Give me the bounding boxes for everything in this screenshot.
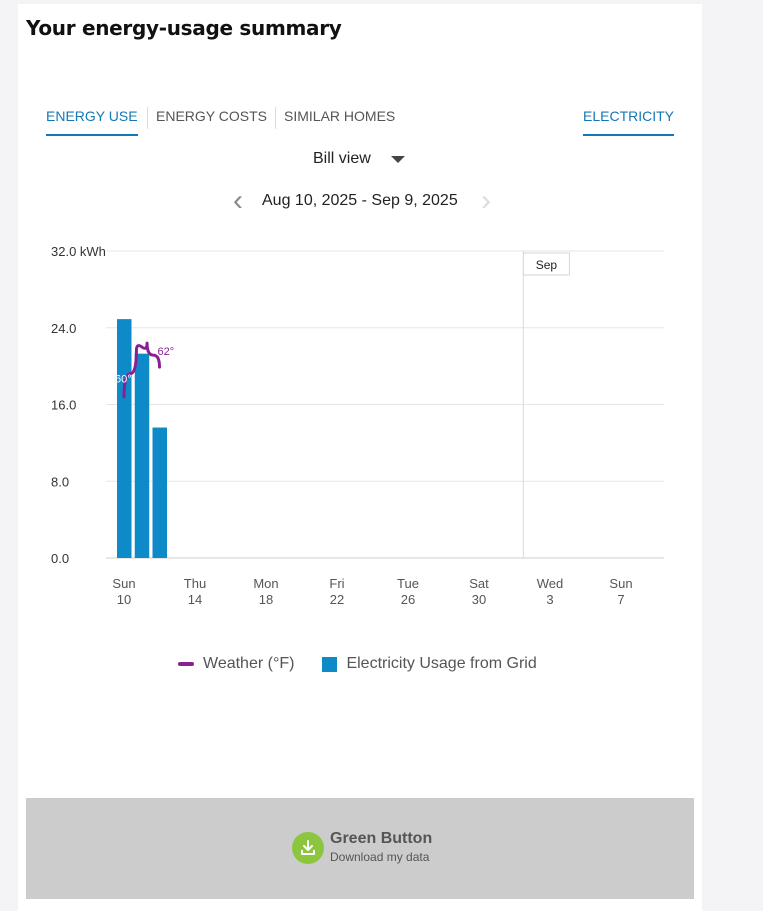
month-marker-label: Sep	[536, 258, 558, 272]
x-tick-label: 14	[188, 592, 202, 607]
legend-label: Weather (°F)	[203, 655, 295, 672]
green-button-title: Green Button	[330, 830, 433, 847]
tab-energy-costs[interactable]: ENERGY COSTS	[156, 106, 267, 134]
chevron-right-icon[interactable]: ›	[474, 186, 498, 216]
page-title: Your energy-usage summary	[26, 16, 342, 40]
tab-divider	[275, 107, 276, 129]
usage-bar	[117, 319, 132, 558]
weather-label: 62°	[158, 346, 175, 358]
x-tick-label: Tue	[397, 576, 419, 591]
y-tick-label: 24.0	[51, 321, 76, 336]
tab-energy-use[interactable]: ENERGY USE	[46, 106, 138, 136]
legend-line-swatch	[178, 662, 194, 666]
y-tick-label: 16.0	[51, 398, 76, 413]
usage-bar	[152, 427, 167, 558]
chevron-left-icon[interactable]: ‹	[226, 186, 250, 216]
x-tick-label: 26	[401, 592, 415, 607]
x-tick-label: Sun	[609, 576, 632, 591]
x-tick-label: Sun	[112, 576, 135, 591]
x-tick-label: 30	[472, 592, 486, 607]
download-icon	[292, 832, 324, 864]
usage-bar	[134, 353, 150, 558]
date-range: Aug 10, 2025 - Sep 9, 2025	[262, 192, 458, 209]
y-tick-label: 0.0	[51, 551, 69, 566]
x-tick-label: 7	[617, 592, 624, 607]
legend-item-usage[interactable]: Electricity Usage from Grid	[322, 655, 537, 673]
x-tick-label: Mon	[253, 576, 278, 591]
tab-divider	[147, 107, 148, 129]
x-tick-label: Wed	[537, 576, 564, 591]
green-button-subtitle: Download my data	[330, 850, 430, 864]
legend-item-weather[interactable]: Weather (°F)	[178, 655, 294, 673]
bill-view-dropdown[interactable]: Bill view	[313, 148, 405, 170]
y-tick-label: 8.0	[51, 474, 69, 489]
x-tick-label: 18	[259, 592, 273, 607]
caret-down-icon	[390, 155, 405, 163]
x-tick-label: Thu	[184, 576, 206, 591]
x-tick-label: Sat	[469, 576, 489, 591]
legend-label: Electricity Usage from Grid	[346, 655, 537, 672]
x-tick-label: 3	[546, 592, 553, 607]
x-tick-label: Fri	[329, 576, 344, 591]
x-tick-label: 10	[117, 592, 131, 607]
chart-legend: Weather (°F) Electricity Usage from Grid	[178, 652, 565, 676]
y-tick-label: 32.0 kWh	[51, 244, 106, 259]
green-button[interactable]: Green Button Download my data	[292, 831, 432, 865]
summary-card: Your energy-usage summary ENERGY USE ENE…	[18, 4, 702, 911]
green-button-bar[interactable]: Green Button Download my data	[26, 798, 694, 899]
weather-label: 60°	[115, 374, 132, 386]
tab-electricity[interactable]: ELECTRICITY	[583, 106, 675, 136]
tab-similar-homes[interactable]: SIMILAR HOMES	[284, 106, 395, 134]
usage-chart: 0.08.016.024.032.0 kWhSepSun10Thu14Mon18…	[51, 244, 664, 607]
bill-view-value: Bill view	[313, 150, 371, 167]
x-tick-label: 22	[330, 592, 344, 607]
date-navigator: ‹ Aug 10, 2025 - Sep 9, 2025 ›	[226, 186, 506, 216]
legend-square-swatch	[322, 656, 338, 672]
